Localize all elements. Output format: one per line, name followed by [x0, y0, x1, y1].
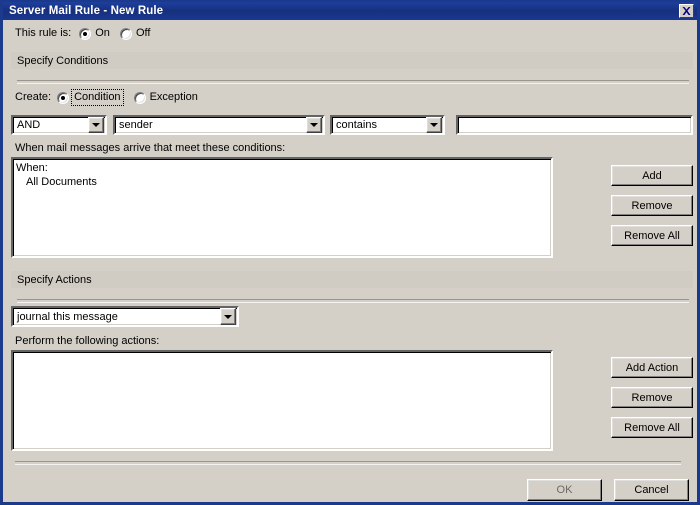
server-mail-rule-dialog: Server Mail Rule - New Rule This rule is… — [0, 0, 700, 505]
radio-on-indicator[interactable] — [79, 27, 92, 40]
close-icon — [682, 7, 691, 15]
radio-exception-indicator[interactable] — [133, 91, 146, 104]
ok-button-label: OK — [556, 484, 573, 496]
specify-conditions-header: Specify Conditions — [11, 52, 693, 69]
conditions-list-label: When mail messages arrive that meet thes… — [15, 142, 286, 154]
specify-conditions-title: Specify Conditions — [17, 54, 109, 67]
rule-state-label: This rule is: — [15, 27, 72, 39]
remove-condition-label: Remove — [631, 199, 673, 212]
add-action-button[interactable]: Add Action — [611, 357, 693, 378]
create-option-condition[interactable]: Condition — [57, 89, 124, 106]
add-condition-label: Add — [642, 169, 662, 182]
rule-state-option-off[interactable]: Off — [119, 27, 151, 40]
actions-list-label: Perform the following actions: — [15, 335, 160, 347]
add-action-label: Add Action — [625, 361, 679, 374]
remove-action-button[interactable]: Remove — [611, 387, 693, 408]
specify-actions-title: Specify Actions — [17, 273, 92, 286]
close-button[interactable] — [679, 4, 694, 18]
chevron-down-icon[interactable] — [220, 308, 236, 325]
chevron-down-icon[interactable] — [88, 117, 104, 133]
remove-all-conditions-label: Remove All — [624, 229, 680, 242]
radio-off-indicator[interactable] — [119, 27, 132, 40]
action-type-combo[interactable]: journal this message — [11, 306, 239, 327]
dialog-client-area: This rule is: On Off Specify Conditions … — [3, 20, 697, 502]
window-title: Server Mail Rule - New Rule — [9, 5, 164, 17]
remove-condition-button[interactable]: Remove — [611, 195, 693, 216]
radio-on-label: On — [95, 27, 110, 39]
create-label: Create: — [15, 91, 52, 103]
ok-button[interactable]: OK — [527, 479, 602, 501]
chevron-down-icon[interactable] — [306, 117, 322, 133]
condition-comparator-combo[interactable]: contains — [330, 115, 445, 135]
chevron-down-icon[interactable] — [426, 117, 442, 133]
condition-field-combo[interactable]: sender — [113, 115, 325, 135]
condition-comparator-value: contains — [336, 119, 377, 131]
condition-field-value: sender — [119, 119, 153, 131]
conditions-separator — [17, 80, 689, 84]
remove-all-conditions-button[interactable]: Remove All — [611, 225, 693, 246]
list-item[interactable]: When: — [16, 161, 548, 175]
rule-state-row: This rule is: On Off — [15, 27, 150, 40]
specify-actions-header: Specify Actions — [11, 271, 693, 288]
title-bar: Server Mail Rule - New Rule — [3, 2, 697, 20]
condition-operator-value: AND — [17, 119, 41, 131]
condition-operator-combo[interactable]: AND — [11, 115, 107, 135]
footer-separator — [15, 461, 681, 465]
radio-off-label: Off — [135, 27, 151, 39]
actions-listbox[interactable] — [11, 350, 553, 451]
remove-action-label: Remove — [631, 391, 673, 404]
radio-condition-indicator[interactable] — [57, 91, 70, 104]
rule-state-option-on[interactable]: On — [79, 27, 110, 40]
condition-value-input[interactable] — [456, 115, 693, 135]
create-option-exception[interactable]: Exception — [133, 91, 198, 104]
remove-all-actions-button[interactable]: Remove All — [611, 417, 693, 438]
remove-all-actions-label: Remove All — [624, 421, 680, 434]
cancel-button-label: Cancel — [634, 484, 669, 496]
conditions-listbox[interactable]: When: All Documents — [11, 157, 553, 258]
actions-separator — [17, 299, 689, 303]
cancel-button[interactable]: Cancel — [614, 479, 689, 501]
action-type-value: journal this message — [17, 310, 118, 323]
add-condition-button[interactable]: Add — [611, 165, 693, 186]
create-type-row: Create: Condition Exception — [15, 89, 198, 106]
list-item[interactable]: All Documents — [16, 175, 548, 189]
radio-exception-label: Exception — [149, 91, 198, 103]
radio-condition-label: Condition — [71, 89, 124, 106]
